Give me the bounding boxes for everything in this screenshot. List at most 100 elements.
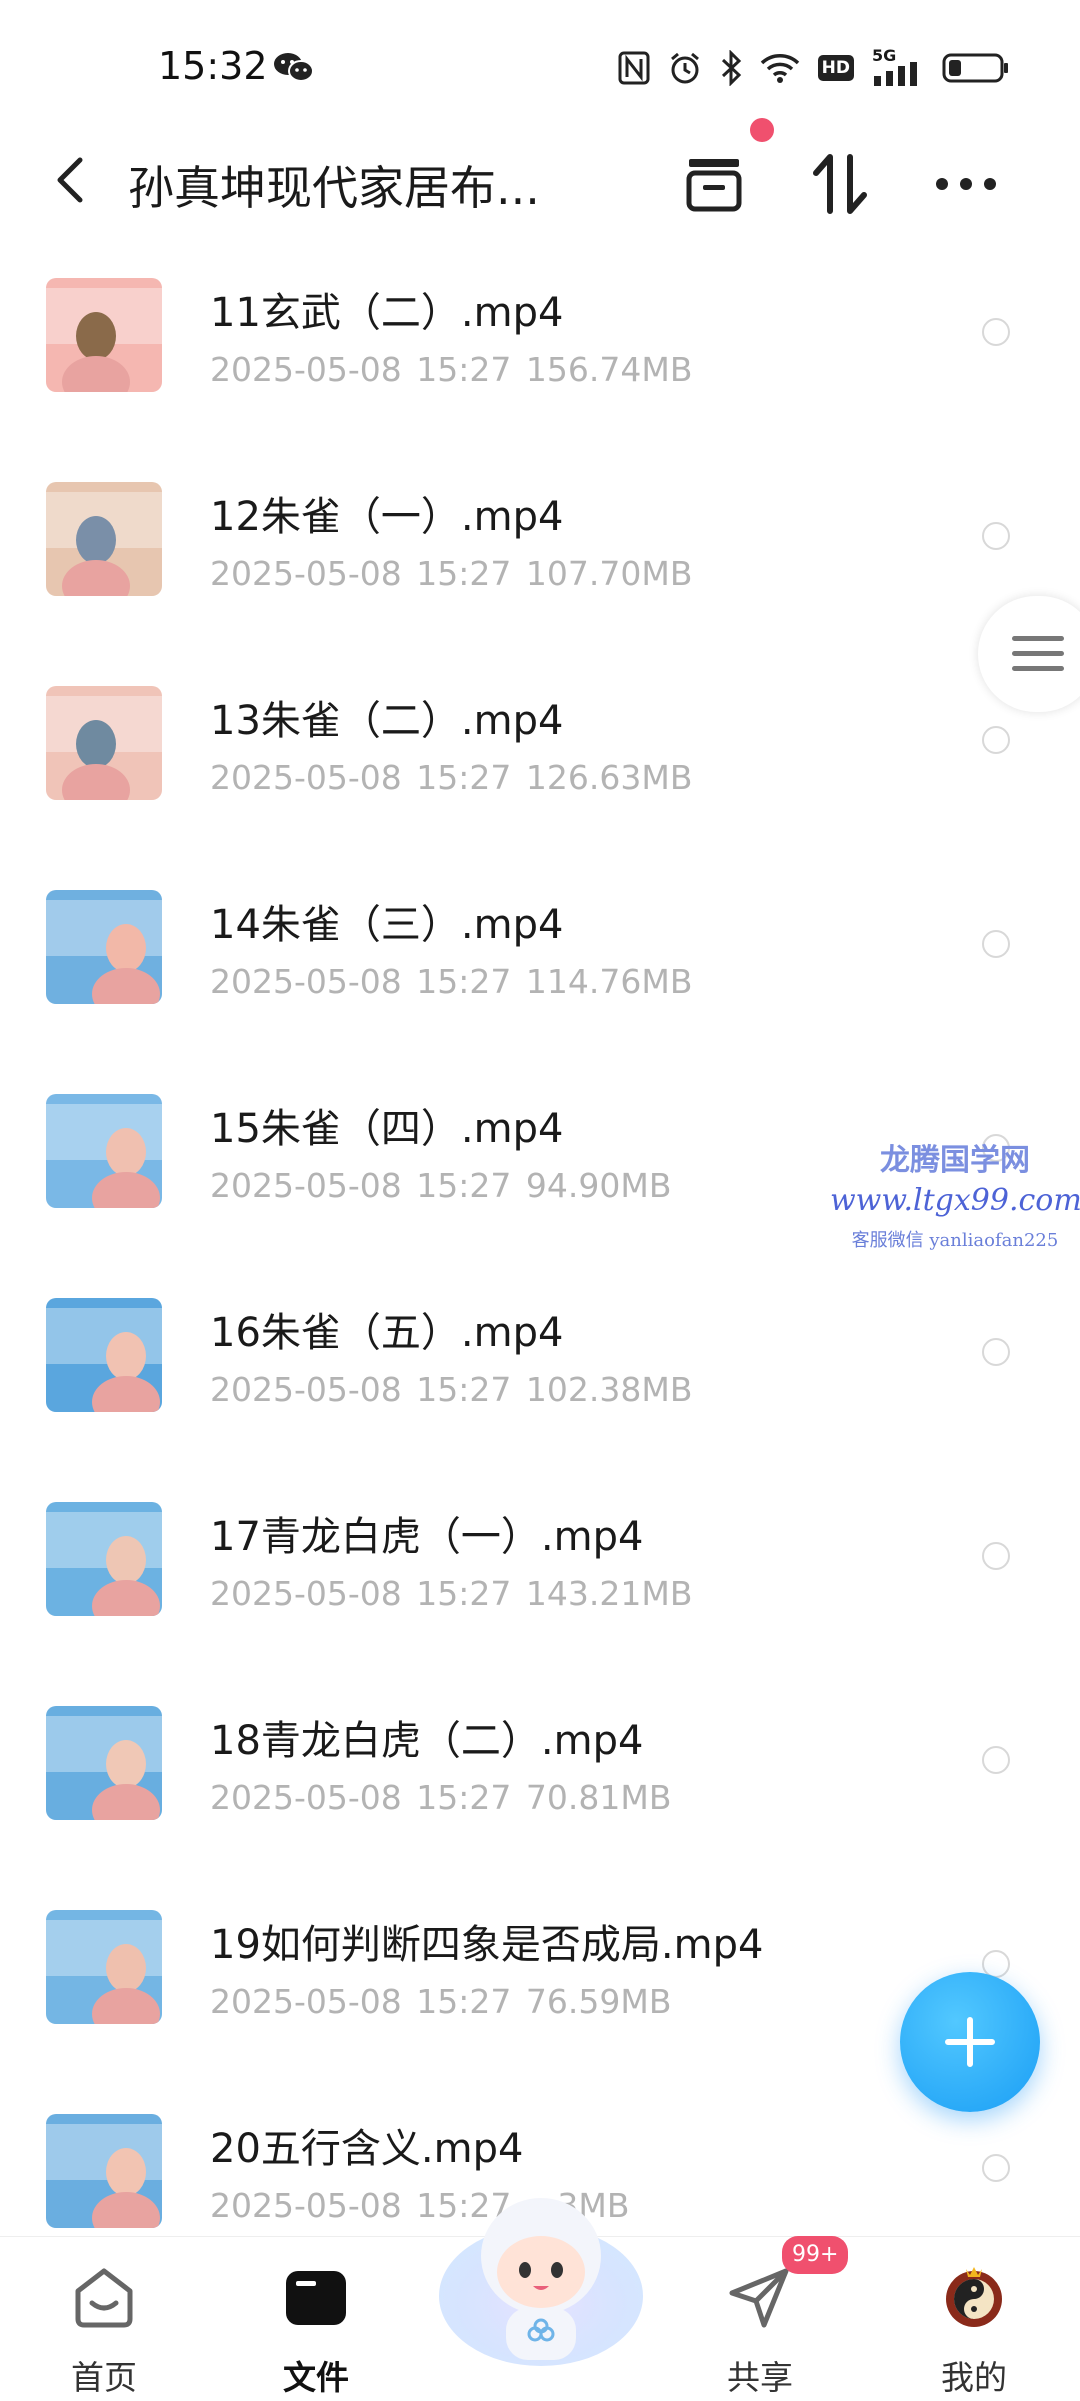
status-bar: 15:32 HD 5G — [0, 0, 1080, 120]
ai-assistant-button[interactable] — [434, 2176, 648, 2376]
file-row[interactable]: 12朱雀（一）.mp4 2025-05-08 15:27 107.70MB — [0, 452, 1080, 656]
select-checkbox[interactable] — [982, 2154, 1010, 2182]
file-time: 15:27 — [416, 1166, 512, 1205]
video-thumbnail — [46, 1910, 162, 2024]
video-thumbnail — [46, 1298, 162, 1412]
file-name: 14朱雀（三）.mp4 — [210, 902, 564, 948]
file-time: 15:27 — [416, 554, 512, 593]
video-thumbnail — [46, 1094, 162, 1208]
bluetooth-icon — [721, 50, 741, 86]
file-date: 2025-05-08 — [210, 1574, 402, 1613]
chevron-left-icon — [57, 157, 83, 203]
select-checkbox[interactable] — [982, 522, 1010, 550]
status-time: 15:32 — [158, 44, 268, 88]
mascot-icon — [439, 2198, 643, 2366]
nav-home-label: 首页 — [71, 2358, 137, 2397]
select-checkbox[interactable] — [982, 1542, 1010, 1570]
file-meta: 2025-05-08 15:27 114.76MB — [210, 962, 692, 1001]
file-time: 15:27 — [416, 962, 512, 1001]
select-checkbox[interactable] — [982, 726, 1010, 754]
signal-icon: 5G — [872, 46, 924, 86]
video-thumbnail — [46, 482, 162, 596]
file-meta: 2025-05-08 15:27 94.90MB — [210, 1166, 671, 1205]
more-button[interactable] — [926, 144, 1006, 224]
file-size: 70.81MB — [525, 1778, 672, 1817]
file-size: 107.70MB — [525, 554, 693, 593]
video-thumbnail — [46, 686, 162, 800]
watermark-url: www.ltgx99.com — [830, 1183, 1080, 1218]
file-date: 2025-05-08 — [210, 1370, 402, 1409]
file-date: 2025-05-08 — [210, 962, 402, 1001]
file-meta: 2025-05-08 15:27 156.74MB — [210, 350, 692, 389]
watermark-title: 龙腾国学网 — [880, 1143, 1030, 1178]
page-title: 孙真坤现代家居布... — [128, 161, 540, 215]
nav-files[interactable]: 文件 — [246, 2257, 386, 2397]
home-icon — [75, 2268, 133, 2328]
watermark: 龙腾国学网 www.ltgx99.com 客服微信 yanliaofan225 — [830, 1135, 1080, 1252]
file-row[interactable]: 18青龙白虎（二）.mp4 2025-05-08 15:27 70.81MB — [0, 1676, 1080, 1880]
select-checkbox[interactable] — [982, 318, 1010, 346]
archive-box-icon — [686, 159, 742, 212]
send-icon — [729, 2268, 789, 2328]
wifi-icon — [760, 54, 799, 83]
file-meta: 2025-05-08 15:27 70.81MB — [210, 1778, 671, 1817]
file-size: 94.90MB — [525, 1166, 672, 1205]
file-row[interactable]: 13朱雀（二）.mp4 2025-05-08 15:27 126.63MB — [0, 656, 1080, 860]
transfer-list-button[interactable] — [674, 144, 754, 224]
file-name: 15朱雀（四）.mp4 — [210, 1106, 564, 1152]
file-time: 15:27 — [416, 1982, 512, 2021]
video-thumbnail — [46, 2114, 162, 2228]
file-date: 2025-05-08 — [210, 758, 402, 797]
alarm-icon — [670, 52, 699, 84]
file-date: 2025-05-08 — [210, 1982, 402, 2021]
file-name: 17青龙白虎（一）.mp4 — [210, 1514, 644, 1560]
file-date: 2025-05-08 — [210, 1778, 402, 1817]
file-time: 15:27 — [416, 350, 512, 389]
hd-icon: HD — [817, 55, 854, 81]
file-time: 15:27 — [416, 1574, 512, 1613]
nav-home[interactable]: 首页 — [34, 2257, 174, 2397]
file-row[interactable]: 11玄武（二）.mp4 2025-05-08 15:27 156.74MB — [0, 248, 1080, 452]
file-meta: 2025-05-08 15:27 107.70MB — [210, 554, 692, 593]
more-dots-icon — [936, 178, 996, 190]
file-date: 2025-05-08 — [210, 350, 402, 389]
file-date: 2025-05-08 — [210, 1166, 402, 1205]
file-time: 15:27 — [416, 758, 512, 797]
file-name: 19如何判断四象是否成局.mp4 — [210, 1922, 764, 1968]
file-meta: 2025-05-08 15:27 76.59MB — [210, 1982, 671, 2021]
file-time: 15:27 — [416, 1370, 512, 1409]
nav-mine[interactable]: 我的 — [904, 2257, 1044, 2397]
back-button[interactable] — [40, 148, 104, 212]
avatar-icon — [946, 2267, 1002, 2327]
add-button[interactable] — [900, 1972, 1040, 2112]
file-size: 76.59MB — [525, 1982, 672, 2021]
nav-share[interactable]: 共享 — [690, 2257, 830, 2397]
menu-lines-icon — [1012, 636, 1064, 671]
sort-arrows-icon — [813, 154, 867, 214]
file-name: 13朱雀（二）.mp4 — [210, 698, 564, 744]
select-checkbox[interactable] — [982, 1338, 1010, 1366]
nfc-icon — [618, 51, 650, 85]
file-date: 2025-05-08 — [210, 554, 402, 593]
sort-button[interactable] — [800, 144, 880, 224]
file-size: 143.21MB — [525, 1574, 693, 1613]
file-row[interactable]: 16朱雀（五）.mp4 2025-05-08 15:27 102.38MB — [0, 1268, 1080, 1472]
video-thumbnail — [46, 1502, 162, 1616]
folder-icon — [286, 2271, 346, 2325]
plus-icon — [945, 2017, 995, 2067]
file-name: 12朱雀（一）.mp4 — [210, 494, 564, 540]
file-list: 11玄武（二）.mp4 2025-05-08 15:27 156.74MB 12朱雀… — [0, 248, 1080, 2288]
select-checkbox[interactable] — [982, 930, 1010, 958]
battery-icon — [942, 53, 1008, 83]
file-row[interactable]: 14朱雀（三）.mp4 2025-05-08 15:27 114.76MB — [0, 860, 1080, 1064]
file-name: 16朱雀（五）.mp4 — [210, 1310, 564, 1356]
file-time: 15:27 — [416, 1778, 512, 1817]
file-size: 114.76MB — [525, 962, 693, 1001]
file-row[interactable]: 17青龙白虎（一）.mp4 2025-05-08 15:27 143.21MB — [0, 1472, 1080, 1676]
select-checkbox[interactable] — [982, 1746, 1010, 1774]
video-thumbnail — [46, 278, 162, 392]
file-meta: 2025-05-08 15:27 143.21MB — [210, 1574, 692, 1613]
nav-mine-label: 我的 — [941, 2358, 1007, 2397]
top-header: 孙真坤现代家居布... — [0, 130, 1080, 230]
file-name: 20五行含义.mp4 — [210, 2126, 524, 2172]
